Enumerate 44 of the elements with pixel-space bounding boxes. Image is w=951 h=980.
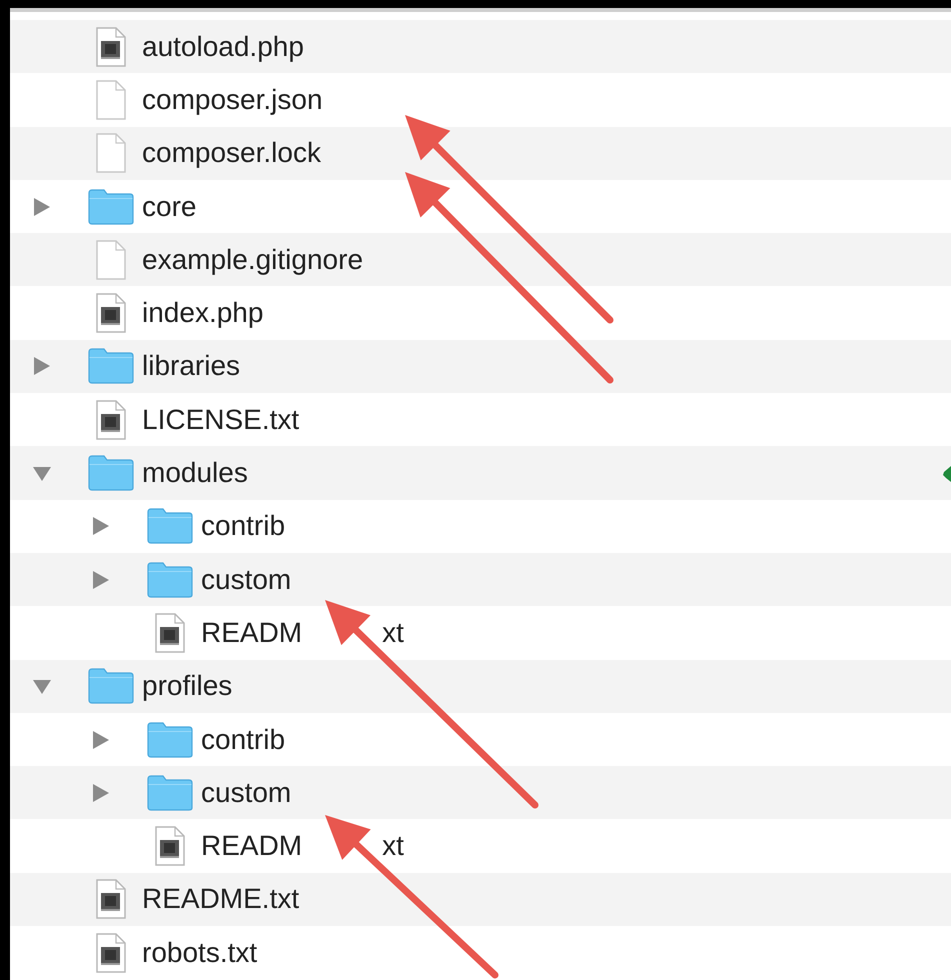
executable-file-icon bbox=[154, 612, 186, 654]
file-name[interactable]: LICENSE.txt bbox=[142, 398, 300, 441]
file-name[interactable]: composer.json bbox=[142, 78, 323, 121]
executable-file-icon bbox=[95, 292, 127, 334]
file-name[interactable]: libraries bbox=[142, 345, 240, 388]
expand-triangle-icon[interactable] bbox=[91, 516, 111, 536]
expand-triangle-icon[interactable] bbox=[91, 730, 111, 750]
file-name[interactable]: modules bbox=[142, 452, 248, 494]
file-name[interactable]: autoload.php bbox=[142, 26, 304, 68]
folder-icon bbox=[88, 348, 134, 384]
document-icon bbox=[95, 132, 127, 174]
executable-file-icon bbox=[95, 398, 127, 441]
folder-icon bbox=[147, 508, 193, 544]
file-name[interactable]: contrib bbox=[201, 505, 286, 548]
file-name-end: xt bbox=[382, 616, 404, 650]
file-name[interactable]: example.gitignore bbox=[142, 238, 364, 281]
folder-icon bbox=[88, 455, 134, 492]
file-name[interactable]: composer.lock bbox=[142, 132, 321, 174]
file-name[interactable]: custom bbox=[201, 772, 292, 814]
executable-file-icon bbox=[95, 878, 127, 920]
expand-triangle-icon[interactable] bbox=[91, 782, 111, 803]
executable-file-icon bbox=[95, 26, 127, 68]
document-icon bbox=[95, 238, 127, 281]
folder-icon bbox=[147, 774, 193, 811]
folder-icon bbox=[88, 668, 134, 704]
file-name[interactable]: READM bbox=[201, 825, 302, 868]
document-icon bbox=[95, 78, 127, 121]
executable-file-icon bbox=[154, 825, 186, 868]
executable-file-icon bbox=[95, 932, 127, 974]
folder-icon bbox=[147, 722, 193, 758]
file-name[interactable]: core bbox=[142, 186, 196, 228]
file-name[interactable]: README.txt bbox=[142, 878, 300, 920]
file-name[interactable]: contrib bbox=[201, 718, 286, 760]
folder-icon bbox=[147, 562, 193, 598]
expand-triangle-icon[interactable] bbox=[32, 356, 52, 376]
file-name[interactable]: index.php bbox=[142, 292, 264, 334]
file-name-end: xt bbox=[382, 829, 404, 864]
expand-triangle-icon[interactable] bbox=[91, 570, 111, 590]
expand-triangle-icon[interactable] bbox=[32, 196, 52, 217]
folder-icon bbox=[88, 188, 134, 225]
file-name[interactable]: profiles bbox=[142, 665, 232, 708]
file-name[interactable]: READM bbox=[201, 612, 302, 654]
file-name[interactable]: custom bbox=[201, 558, 292, 601]
file-name[interactable]: robots.txt bbox=[142, 932, 258, 974]
